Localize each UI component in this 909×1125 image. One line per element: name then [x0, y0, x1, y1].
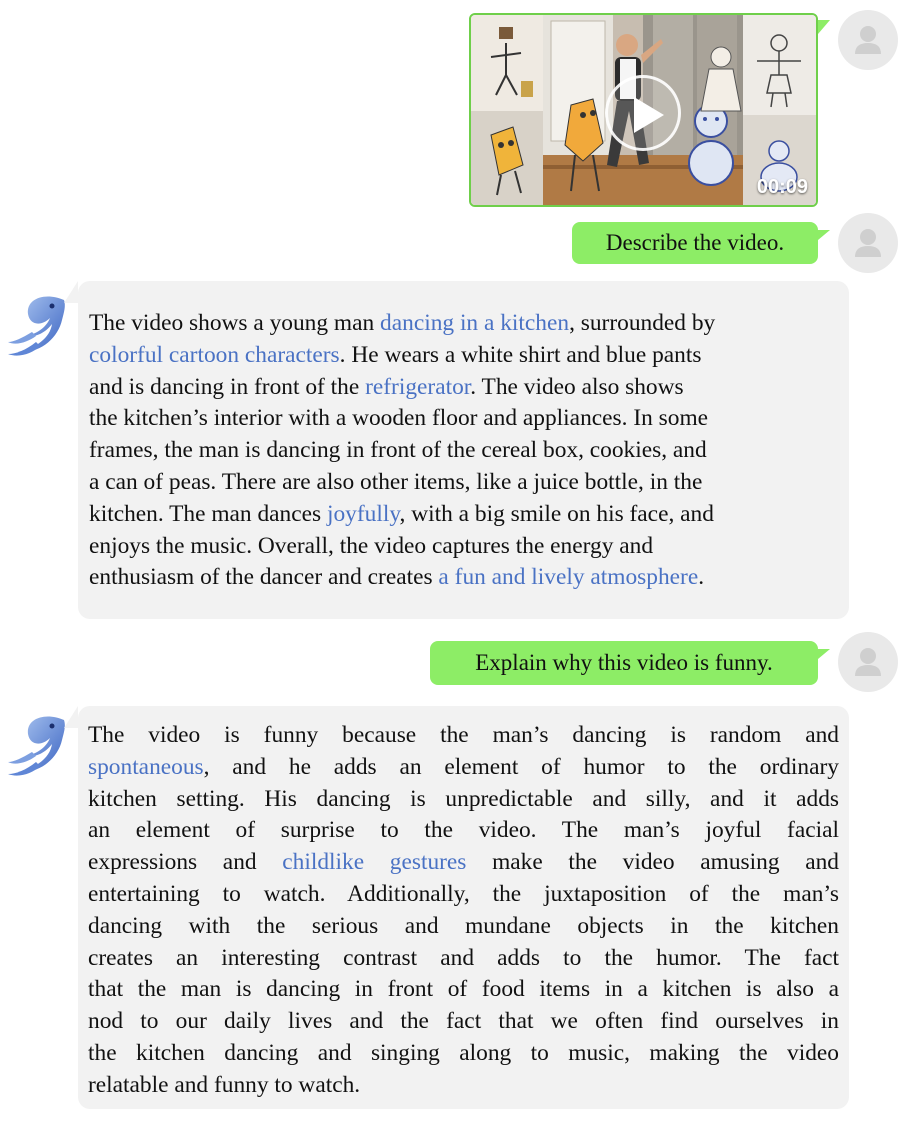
text-span: kitchen setting. His dancing is unpredic… [88, 785, 839, 812]
highlighted-phrase: colorful cartoon characters [89, 341, 340, 368]
person-icon [855, 26, 881, 54]
highlighted-phrase: dancing in a kitchen [380, 310, 570, 336]
text-line: and is dancing in front of the refrigera… [89, 372, 839, 404]
highlighted-phrase: a fun and lively atmosphere [438, 564, 699, 591]
text-line: kitchen setting. His dancing is unpredic… [88, 784, 839, 816]
text-span: that the man is dancing in front of food… [88, 976, 839, 1003]
text-span: enthusiasm of the dancer and creates [89, 564, 439, 591]
text-span: a can of peas. There are also other item… [89, 468, 703, 495]
text-span: an element of surprise to the video. The… [88, 817, 839, 844]
bot-avatar [6, 292, 66, 362]
text-line: The video shows a young man dancing in a… [89, 308, 839, 340]
text-span: entertaining to watch. Additionally, the… [88, 880, 839, 907]
text-span: The video is funny because the man’s dan… [88, 722, 839, 748]
bubble-tail [818, 649, 830, 659]
parrot-logo-icon [8, 716, 65, 776]
play-button[interactable] [605, 75, 681, 151]
text-line: the kitchen dancing and singing along to… [88, 1038, 839, 1070]
assistant-message-text: The video is funny because the man’s dan… [88, 720, 839, 1102]
text-span: relatable and funny to watch. [88, 1071, 361, 1098]
text-line: nod to our daily lives and the fact that… [88, 1006, 839, 1038]
user-message-bubble: Describe the video. [572, 222, 830, 264]
bot-avatar [6, 712, 66, 782]
video-frame [471, 15, 543, 205]
text-span: nod to our daily lives and the fact that… [88, 1008, 839, 1035]
text-line: relatable and funny to watch. [88, 1070, 839, 1102]
text-span: dancing with the serious and mundane obj… [88, 912, 839, 939]
highlighted-phrase: joyfully [326, 500, 400, 527]
text-line: creates an interesting contrast and adds… [88, 943, 839, 975]
user-message-text: Explain why this video is funny. [475, 650, 773, 675]
person-icon [855, 229, 881, 257]
text-span: frames, the man is dancing in front of t… [89, 437, 707, 464]
text-line: entertaining to watch. Additionally, the… [88, 879, 839, 911]
parrot-logo-icon [8, 296, 65, 356]
text-span: kitchen. The man dances [89, 500, 327, 527]
play-icon [634, 97, 664, 133]
text-line: kitchen. The man dances joyfully, with a… [89, 499, 839, 531]
text-line: a can of peas. There are also other item… [89, 467, 839, 499]
user-avatar [838, 632, 898, 692]
assistant-message-bubble: The video is funny because the man’s dan… [64, 706, 849, 1109]
person-icon [855, 648, 881, 676]
text-span: . [698, 564, 705, 591]
video-duration: 00:09 [756, 176, 808, 198]
text-line: dancing with the serious and mundane obj… [88, 911, 839, 943]
bubble-tail [64, 706, 78, 728]
user-avatar [838, 213, 898, 273]
text-span: The video shows a young man [89, 310, 381, 336]
text-line: that the man is dancing in front of food… [88, 974, 839, 1006]
text-line: enthusiasm of the dancer and creates a f… [89, 562, 839, 594]
text-span: . The video also shows [470, 373, 684, 400]
text-span: . He wears a white shirt and blue pants [339, 341, 702, 368]
text-span: , with a big smile on his face, and [399, 500, 714, 527]
text-line: colorful cartoon characters. He wears a … [89, 340, 839, 372]
highlighted-phrase: refrigerator [365, 373, 471, 400]
assistant-message-text: The video shows a young man dancing in a… [89, 308, 839, 594]
assistant-message-bubble: The video shows a young man dancing in a… [64, 281, 849, 619]
text-line: frames, the man is dancing in front of t… [89, 435, 839, 467]
bubble-tail [818, 230, 830, 240]
text-span: make the video amusing and [466, 849, 839, 876]
text-span: the kitchen dancing and singing along to… [88, 1039, 839, 1066]
user-message-text: Describe the video. [605, 230, 785, 255]
text-span: expressions and [88, 849, 283, 876]
highlighted-phrase: childlike gestures [282, 849, 467, 876]
text-line: an element of surprise to the video. The… [88, 815, 839, 847]
user-message-bubble: Explain why this video is funny. [430, 641, 830, 685]
text-span: creates an interesting contrast and adds… [88, 944, 839, 971]
text-line: expressions and childlike gestures make … [88, 847, 839, 879]
user-avatar [838, 10, 898, 70]
bubble-tail [64, 281, 78, 303]
text-span: , surrounded by [569, 310, 716, 336]
text-span: and is dancing in front of the [89, 373, 366, 400]
text-line: the kitchen’s interior with a wooden flo… [89, 403, 839, 435]
text-line: enjoys the music. Overall, the video cap… [89, 531, 839, 563]
highlighted-phrase: spontaneous [88, 753, 204, 780]
video-attachment[interactable]: 00:09 [469, 13, 818, 207]
text-span: the kitchen’s interior with a wooden flo… [89, 405, 709, 432]
text-span: enjoys the music. Overall, the video cap… [89, 532, 654, 559]
text-line: spontaneous, and he adds an element of h… [88, 752, 839, 784]
text-line: The video is funny because the man’s dan… [88, 720, 839, 752]
text-span: , and he adds an element of humor to the… [203, 753, 839, 780]
